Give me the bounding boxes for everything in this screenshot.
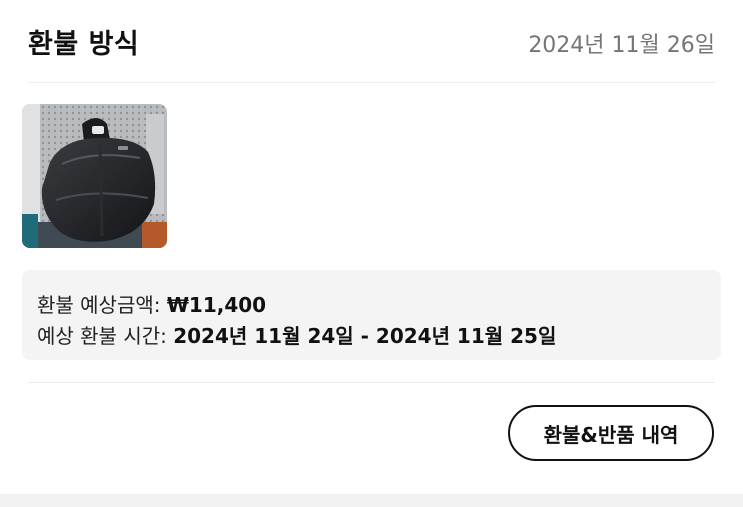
- bag-photo-icon: [22, 104, 167, 248]
- refund-header: 환불 방식 2024년 11월 26일: [28, 0, 715, 83]
- page-title: 환불 방식: [28, 29, 140, 60]
- section-separator-band: [0, 494, 743, 507]
- refund-time-row: 예상 환불 시간: 2024년 11월 24일 - 2024년 11월 25일: [37, 320, 556, 349]
- refund-time-label: 예상 환불 시간:: [37, 324, 174, 348]
- section-divider: [28, 382, 715, 383]
- refund-time-value: 2024년 11월 24일 - 2024년 11월 25일: [173, 324, 557, 348]
- refund-date: 2024년 11월 26일: [528, 33, 715, 58]
- refund-return-history-button[interactable]: 환불&반품 내역: [508, 405, 714, 461]
- refund-amount-row: 환불 예상금액: ₩11,400: [37, 289, 266, 318]
- refund-info-box: 환불 예상금액: ₩11,400 예상 환불 시간: 2024년 11월 24일…: [22, 270, 721, 360]
- product-thumbnail[interactable]: [22, 104, 167, 248]
- refund-amount-value: ₩11,400: [166, 293, 267, 317]
- refund-amount-label: 환불 예상금액:: [37, 293, 167, 317]
